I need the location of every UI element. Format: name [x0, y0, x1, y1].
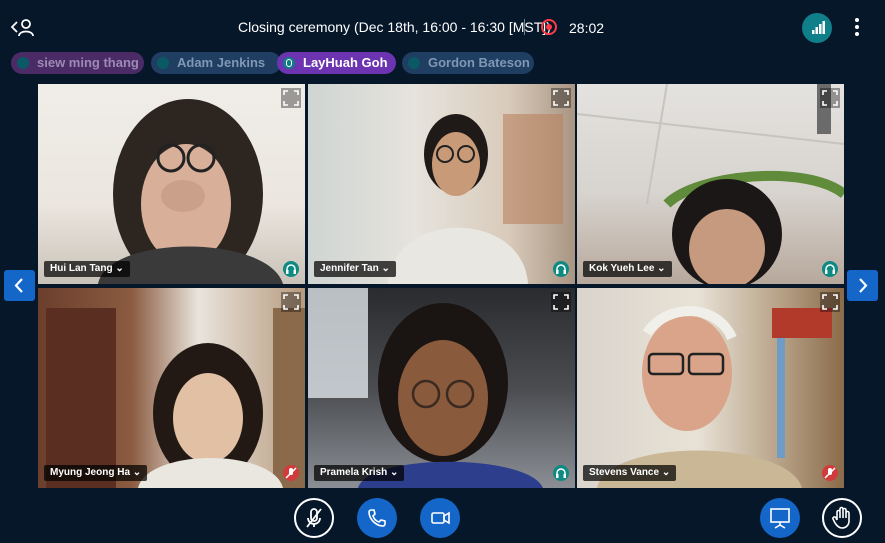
mic-muted-icon	[283, 465, 299, 481]
mute-button[interactable]	[294, 498, 334, 538]
participant-name-label[interactable]: Pramela Krish ⌄	[314, 465, 405, 481]
video-feed	[577, 288, 844, 488]
participant-name: Hui Lan Tang	[50, 263, 113, 274]
participant-name: Pramela Krish	[320, 467, 388, 478]
participant-chip-label: Gordon Bateson	[428, 55, 530, 70]
video-feed	[38, 288, 305, 488]
raise-hand-button[interactable]	[822, 498, 862, 538]
participant-chip-label: siew ming thang	[37, 55, 139, 70]
presentation-button[interactable]	[760, 498, 800, 538]
headphones-icon	[283, 261, 299, 277]
fullscreen-icon	[822, 90, 838, 106]
user-back-icon	[10, 19, 34, 37]
headphones-icon	[822, 261, 838, 277]
avatar-dot	[17, 57, 29, 69]
avatar-dot	[157, 57, 169, 69]
participant-name-label[interactable]: Stevens Vance ⌄	[583, 465, 677, 481]
fullscreen-button[interactable]	[281, 88, 301, 108]
connection-signal-icon	[812, 21, 825, 34]
participant-name-label[interactable]: Jennifer Tan ⌄	[314, 261, 396, 277]
video-tile[interactable]: Jennifer Tan ⌄	[308, 84, 575, 284]
previous-page-button[interactable]	[4, 270, 35, 301]
next-page-button[interactable]	[847, 270, 878, 301]
leave-audio-button[interactable]	[357, 498, 397, 538]
participant-name: Stevens Vance	[589, 467, 660, 478]
fullscreen-button[interactable]	[551, 88, 571, 108]
more-options-button[interactable]	[850, 16, 864, 38]
participant-chip[interactable]: Adam Jenkins	[151, 52, 281, 74]
fullscreen-button[interactable]	[551, 292, 571, 312]
user-list-toggle-button[interactable]	[10, 16, 36, 38]
video-feed	[308, 288, 575, 488]
title-divider	[524, 19, 525, 35]
record-icon[interactable]	[541, 19, 557, 35]
mic-muted-icon	[822, 465, 838, 481]
mic-muted-icon	[306, 508, 322, 528]
video-tile[interactable]: Kok Yueh Lee ⌄	[577, 84, 844, 284]
dot	[855, 18, 859, 22]
share-webcam-button[interactable]	[420, 498, 460, 538]
participant-chip[interactable]: Gordon Bateson	[402, 52, 534, 74]
fullscreen-icon	[822, 294, 838, 310]
fullscreen-icon	[553, 90, 569, 106]
video-grid: Hui Lan Tang ⌄ Jennifer Tan ⌄ Kok Yueh L…	[38, 84, 844, 488]
chevron-right-icon	[859, 278, 868, 293]
connection-status-button[interactable]	[802, 13, 832, 43]
phone-icon	[368, 509, 386, 527]
fullscreen-button[interactable]	[281, 292, 301, 312]
headphones-icon	[553, 465, 569, 481]
video-tile[interactable]: Stevens Vance ⌄	[577, 288, 844, 488]
fullscreen-button[interactable]	[820, 88, 840, 108]
presentation-icon	[770, 508, 790, 529]
video-feed	[38, 84, 305, 284]
participant-chip-label: Adam Jenkins	[177, 55, 266, 70]
microphone-icon	[283, 57, 295, 69]
fullscreen-button[interactable]	[820, 292, 840, 312]
participant-chip[interactable]: siew ming thang	[11, 52, 144, 74]
participant-name: Kok Yueh Lee	[589, 263, 655, 274]
chevron-left-icon	[14, 278, 23, 293]
video-tile[interactable]: Myung Jeong Ha ⌄	[38, 288, 305, 488]
video-tile[interactable]: Pramela Krish ⌄	[308, 288, 575, 488]
dot	[855, 32, 859, 36]
fullscreen-icon	[283, 90, 299, 106]
participant-chip-label: LayHuah Goh	[303, 55, 388, 70]
dot	[855, 25, 859, 29]
avatar-dot	[408, 57, 420, 69]
video-camera-icon	[431, 511, 450, 525]
video-feed	[577, 84, 844, 284]
meeting-title: Closing ceremony (Dec 18th, 16:00 - 16:3…	[238, 19, 551, 35]
recording-timer: 28:02	[569, 20, 605, 36]
participant-name: Jennifer Tan	[320, 263, 379, 274]
fullscreen-icon	[283, 294, 299, 310]
top-bar: Closing ceremony (Dec 18th, 16:00 - 16:3…	[0, 0, 885, 52]
participant-name-label[interactable]: Myung Jeong Ha ⌄	[44, 465, 148, 481]
raise-hand-icon	[832, 506, 850, 529]
headphones-icon	[553, 261, 569, 277]
action-bar	[0, 495, 885, 538]
participant-name: Myung Jeong Ha	[50, 467, 131, 478]
participant-name-label[interactable]: Hui Lan Tang ⌄	[44, 261, 130, 277]
participant-name-label[interactable]: Kok Yueh Lee ⌄	[583, 261, 672, 277]
video-feed	[308, 84, 575, 284]
participant-chip-talking[interactable]: LayHuah Goh	[277, 52, 396, 74]
video-tile[interactable]: Hui Lan Tang ⌄	[38, 84, 305, 284]
fullscreen-icon	[553, 294, 569, 310]
